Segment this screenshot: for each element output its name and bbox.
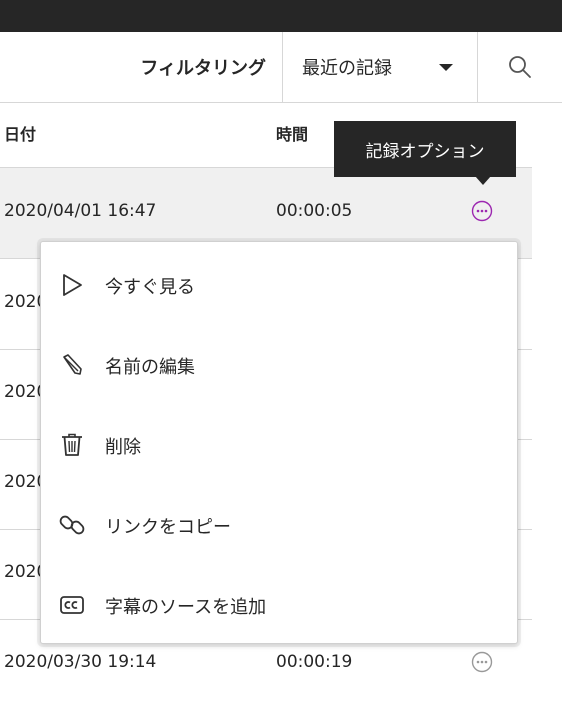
- more-options-icon[interactable]: [471, 651, 493, 673]
- sort-select[interactable]: 最近の記録: [283, 32, 477, 102]
- pencil-icon: [63, 354, 82, 375]
- menu-item-edit-name[interactable]: 名前の編集: [41, 325, 517, 405]
- column-header-date: 日付: [4, 125, 37, 144]
- search-button[interactable]: [478, 32, 562, 102]
- tooltip-text: 記録オプション: [365, 141, 485, 162]
- cell-time: 00:00:19: [276, 652, 353, 672]
- filter-label: フィルタリング: [140, 58, 266, 79]
- menu-item-copy-link[interactable]: リンクをコピー: [41, 485, 517, 565]
- play-icon: [63, 274, 82, 296]
- tooltip-arrow: [475, 176, 491, 185]
- menu-item-watch-now[interactable]: 今すぐ見る: [41, 245, 517, 325]
- recording-options-menu: 今すぐ見る 名前の編集 削除 リンクをコピー 字幕のソースを追加: [40, 241, 518, 644]
- filter-button[interactable]: フィルタリング: [0, 32, 282, 102]
- link-icon: [59, 515, 85, 535]
- menu-item-delete[interactable]: 削除: [41, 405, 517, 485]
- cell-date: 2020/04/01 16:47: [4, 201, 157, 221]
- menu-item-label: リンクをコピー: [105, 517, 231, 538]
- menu-item-label: 今すぐ見る: [105, 277, 195, 298]
- cell-time: 00:00:05: [276, 201, 353, 221]
- toolbar: フィルタリング 最近の記録: [0, 32, 562, 103]
- trash-icon: [62, 433, 82, 456]
- menu-item-label: 削除: [105, 437, 141, 458]
- menu-item-label: 字幕のソースを追加: [105, 597, 267, 618]
- menu-item-label: 名前の編集: [105, 357, 195, 378]
- cell-date: 2020/03/30 19:14: [4, 652, 157, 672]
- tooltip: 記録オプション: [334, 121, 516, 177]
- column-header-time: 時間: [276, 125, 309, 144]
- top-bar: [0, 0, 562, 32]
- sort-select-value: 最近の記録: [302, 58, 392, 79]
- search-icon: [509, 56, 531, 78]
- closed-caption-icon: [60, 596, 84, 614]
- menu-item-add-caption-source[interactable]: 字幕のソースを追加: [41, 565, 517, 645]
- caret-down-icon: [439, 64, 453, 71]
- more-options-icon[interactable]: [471, 200, 493, 222]
